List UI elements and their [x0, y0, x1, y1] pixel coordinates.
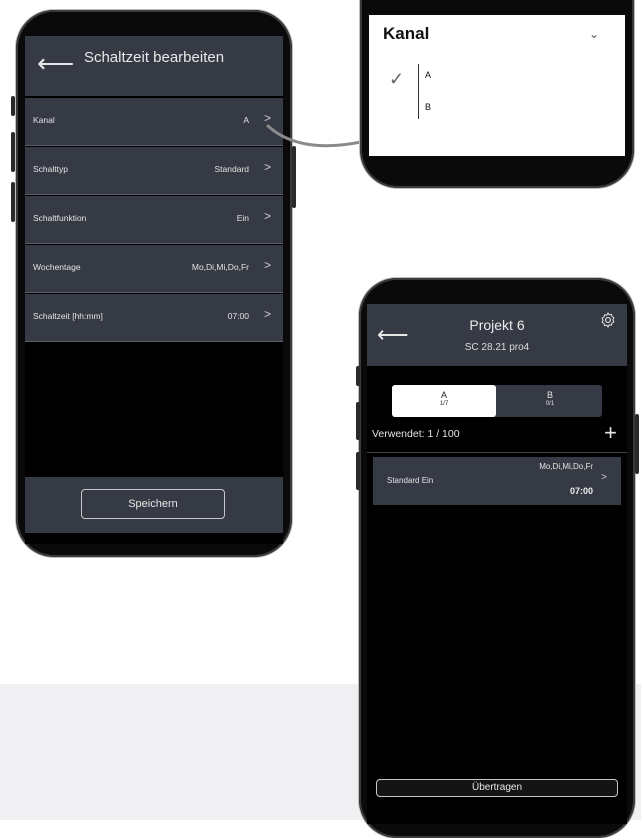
- row-label: Kanal: [33, 115, 55, 125]
- row-value: Standard: [214, 164, 250, 174]
- divider: [367, 452, 627, 453]
- row-label: Schalttyp: [33, 164, 68, 174]
- project-screen: ⟵ Projekt 6 SC 28.21 pro4 A 1/7 B 0/1 Ve…: [367, 304, 627, 824]
- page-subtitle: SC 28.21 pro4: [464, 342, 530, 353]
- tab-label: A: [440, 390, 447, 400]
- phone-edit-switch-time: ⟵ Schaltzeit bearbeiten Kanal A > Schalt…: [16, 10, 292, 557]
- tab-b[interactable]: B 0/1: [498, 385, 602, 417]
- phone-side-button: [356, 366, 360, 386]
- used-counter: Verwendet: 1 / 100: [372, 428, 460, 440]
- entry-type: Standard Ein: [387, 476, 434, 485]
- row-schalttyp[interactable]: Schalttyp Standard >: [25, 147, 283, 195]
- phone-side-button: [635, 414, 639, 474]
- dropdown-title: Kanal: [383, 24, 430, 43]
- channel-tabs: A 1/7 B 0/1: [392, 385, 602, 417]
- tab-label: B: [546, 390, 553, 400]
- add-icon[interactable]: +: [604, 420, 617, 446]
- phone-side-button: [356, 452, 360, 490]
- chevron-right-icon: >: [601, 472, 607, 483]
- row-wochentage[interactable]: Wochentage Mo,Di,Mi,Do,Fr >: [25, 245, 283, 293]
- entry-days: Mo,Di,Mi,Do,Fr: [539, 462, 593, 471]
- option-b[interactable]: B: [425, 102, 431, 112]
- gear-icon[interactable]: [599, 311, 617, 329]
- transfer-button[interactable]: Übertragen: [376, 779, 618, 797]
- checkmark-icon: ✓: [389, 69, 405, 89]
- row-schaltfunktion[interactable]: Schaltfunktion Ein >: [25, 196, 283, 244]
- phone-project-overview: ⟵ Projekt 6 SC 28.21 pro4 A 1/7 B 0/1 Ve…: [359, 278, 635, 838]
- option-a[interactable]: A: [425, 70, 431, 80]
- phone-side-button: [11, 182, 15, 222]
- chevron-down-icon[interactable]: ⌄: [589, 27, 599, 41]
- chevron-right-icon: >: [263, 209, 271, 223]
- chevron-right-icon: >: [263, 160, 271, 174]
- phone-side-button: [11, 132, 15, 172]
- project-header: ⟵ Projekt 6 SC 28.21 pro4: [367, 304, 627, 366]
- phone-channel-dropdown: Kanal ⌄ ✓ A B: [360, 0, 634, 188]
- row-schaltzeit[interactable]: Schaltzeit [hh:mm] 07:00 >: [25, 294, 283, 342]
- tab-a[interactable]: A 1/7: [392, 385, 496, 417]
- row-value: Ein: [236, 213, 249, 223]
- row-label: Schaltzeit [hh:mm]: [33, 311, 103, 321]
- tab-count: 1/7: [439, 401, 449, 407]
- option-divider: [418, 64, 419, 119]
- tab-count: 0/1: [545, 401, 555, 407]
- phone-side-button: [11, 96, 15, 116]
- row-label: Wochentage: [33, 262, 81, 272]
- edit-screen: ⟵ Schaltzeit bearbeiten Kanal A > Schalt…: [25, 36, 283, 544]
- row-value: 07:00: [227, 311, 249, 321]
- chevron-right-icon: >: [263, 307, 271, 321]
- page-title: Schaltzeit bearbeiten: [83, 49, 225, 66]
- edit-footer: Speichern: [25, 477, 283, 533]
- chevron-right-icon: >: [263, 258, 271, 272]
- row-label: Schaltfunktion: [33, 213, 87, 223]
- page-title: Projekt 6: [469, 317, 525, 333]
- channel-dropdown-panel: Kanal ⌄ ✓ A B: [369, 15, 625, 156]
- switch-time-item[interactable]: Mo,Di,Mi,Do,Fr Standard Ein 07:00 >: [373, 457, 621, 505]
- row-kanal[interactable]: Kanal A >: [25, 98, 283, 146]
- phone-side-button: [356, 402, 360, 440]
- save-button[interactable]: Speichern: [81, 489, 225, 519]
- entry-time: 07:00: [569, 486, 593, 496]
- row-value: A: [243, 115, 249, 125]
- row-value: Mo,Di,Mi,Do,Fr: [191, 262, 249, 272]
- edit-header: ⟵ Schaltzeit bearbeiten: [25, 36, 283, 96]
